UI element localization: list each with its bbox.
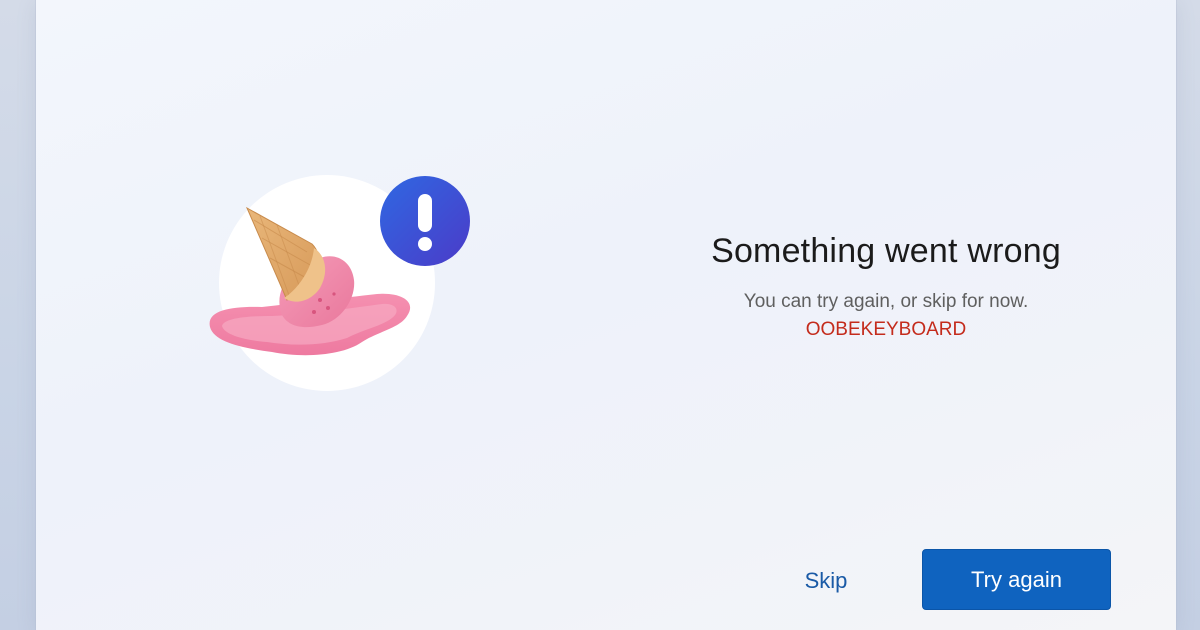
- page-title: Something went wrong: [711, 232, 1061, 270]
- subtitle-text: You can try again, or skip for now.: [743, 291, 1029, 312]
- error-illustration: [202, 170, 470, 400]
- try-again-button[interactable]: Try again: [922, 549, 1111, 610]
- exclamation-icon: [380, 176, 470, 266]
- error-code: OOBEKEYBOARD: [805, 319, 967, 340]
- oobe-dialog: Something went wrong You can try again, …: [36, 0, 1176, 630]
- error-message: Something went wrong You can try again, …: [636, 232, 1136, 341]
- skip-button[interactable]: Skip: [776, 552, 876, 610]
